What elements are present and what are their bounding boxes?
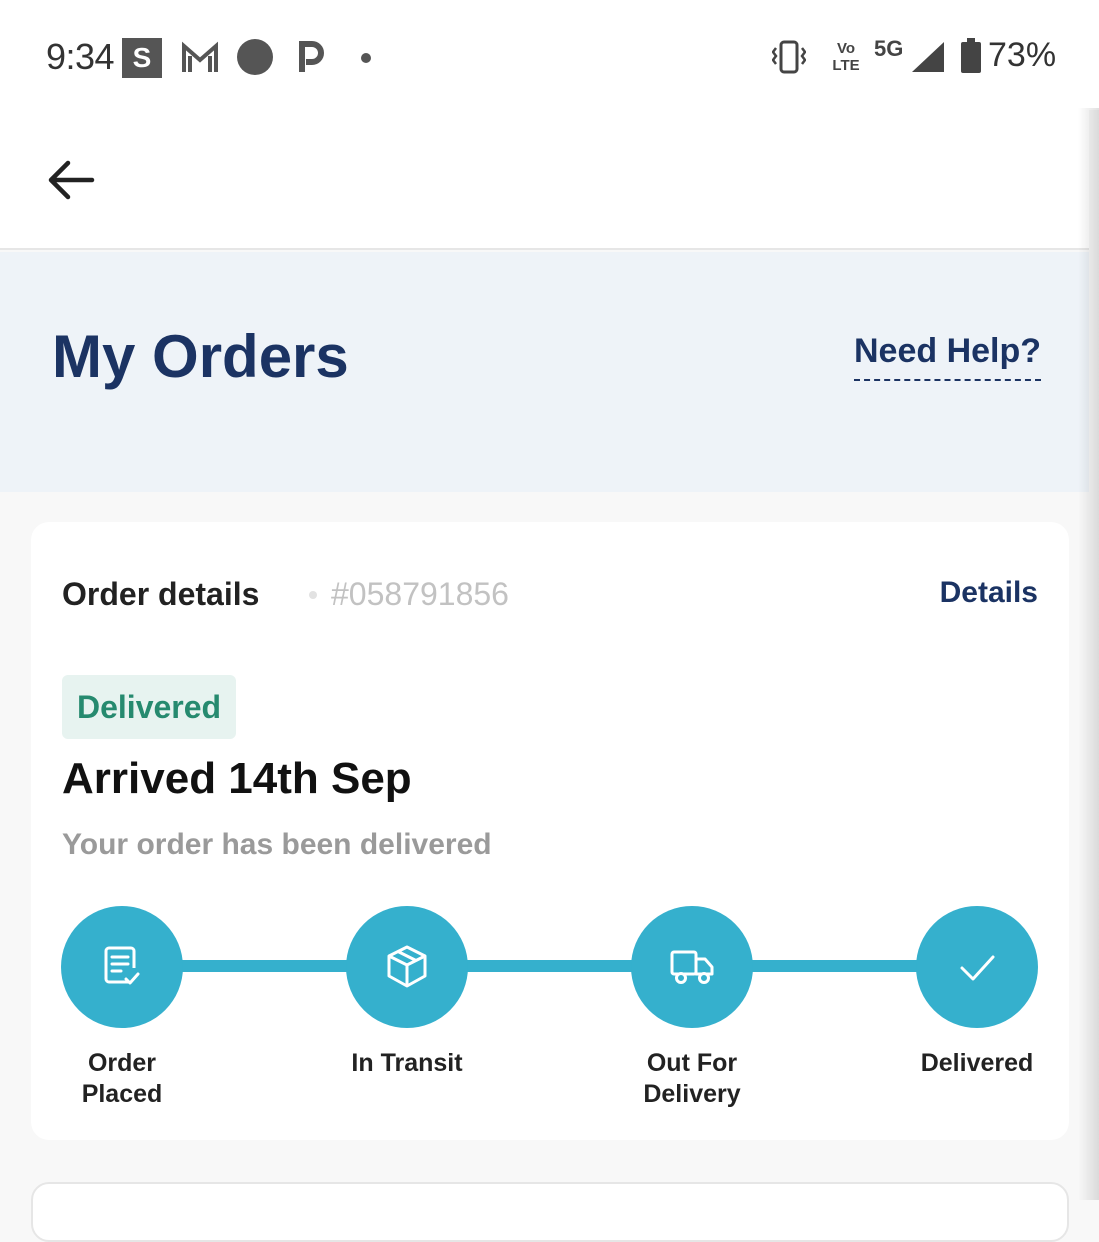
checkmark-icon [960,955,995,981]
delivery-message: Your order has been delivered [62,828,492,861]
app-bar [0,110,1089,250]
progress-track [123,960,978,972]
next-order-card[interactable] [31,1182,1069,1242]
status-time: 9:34 [46,36,115,77]
arrival-date: Arrived 14th Sep [62,754,412,803]
step-label-order-placed: Order Placed [81,1049,163,1108]
order-number: #058791856 [331,576,509,612]
step-delivered [916,906,1038,1028]
status-bar: 9:34 S Vo LTE 5G 73% [0,0,1099,110]
truck-icon [670,950,714,984]
step-label-out-for-delivery: Out For Delivery [643,1049,741,1108]
order-placed-icon [104,946,140,985]
more-notifications-dot-icon [361,53,371,63]
step-label-in-transit: In Transit [351,1049,463,1077]
separator-dot [309,591,317,599]
battery-percentage: 73% [988,36,1057,74]
signal-icon [912,42,944,72]
battery-icon [961,38,981,73]
details-link[interactable]: Details [940,576,1038,610]
side-shadow [1078,108,1099,1200]
status-badge: Delivered [62,675,237,739]
order-details-label: Order details [62,576,260,612]
package-icon [387,945,427,988]
step-out-for-delivery [631,906,753,1028]
order-card: Order details #058791856 Details Deliver… [31,522,1069,1140]
step-order-placed [61,906,183,1028]
step-label-delivered: Delivered [920,1049,1034,1077]
vibrate-icon [772,40,806,74]
page-header: My Orders Need Help? [0,252,1089,492]
gmail-icon [182,41,218,72]
circle-notification-icon [237,39,273,75]
need-help-link[interactable]: Need Help? [854,332,1042,381]
back-arrow-icon[interactable] [46,158,96,202]
volte-indicator: Vo LTE [832,40,860,74]
p-app-notification-icon [299,41,324,72]
s-app-notification-icon: S [122,38,162,78]
page-title: My Orders [52,323,349,390]
network-type: 5G [874,36,904,61]
step-in-transit [346,906,468,1028]
